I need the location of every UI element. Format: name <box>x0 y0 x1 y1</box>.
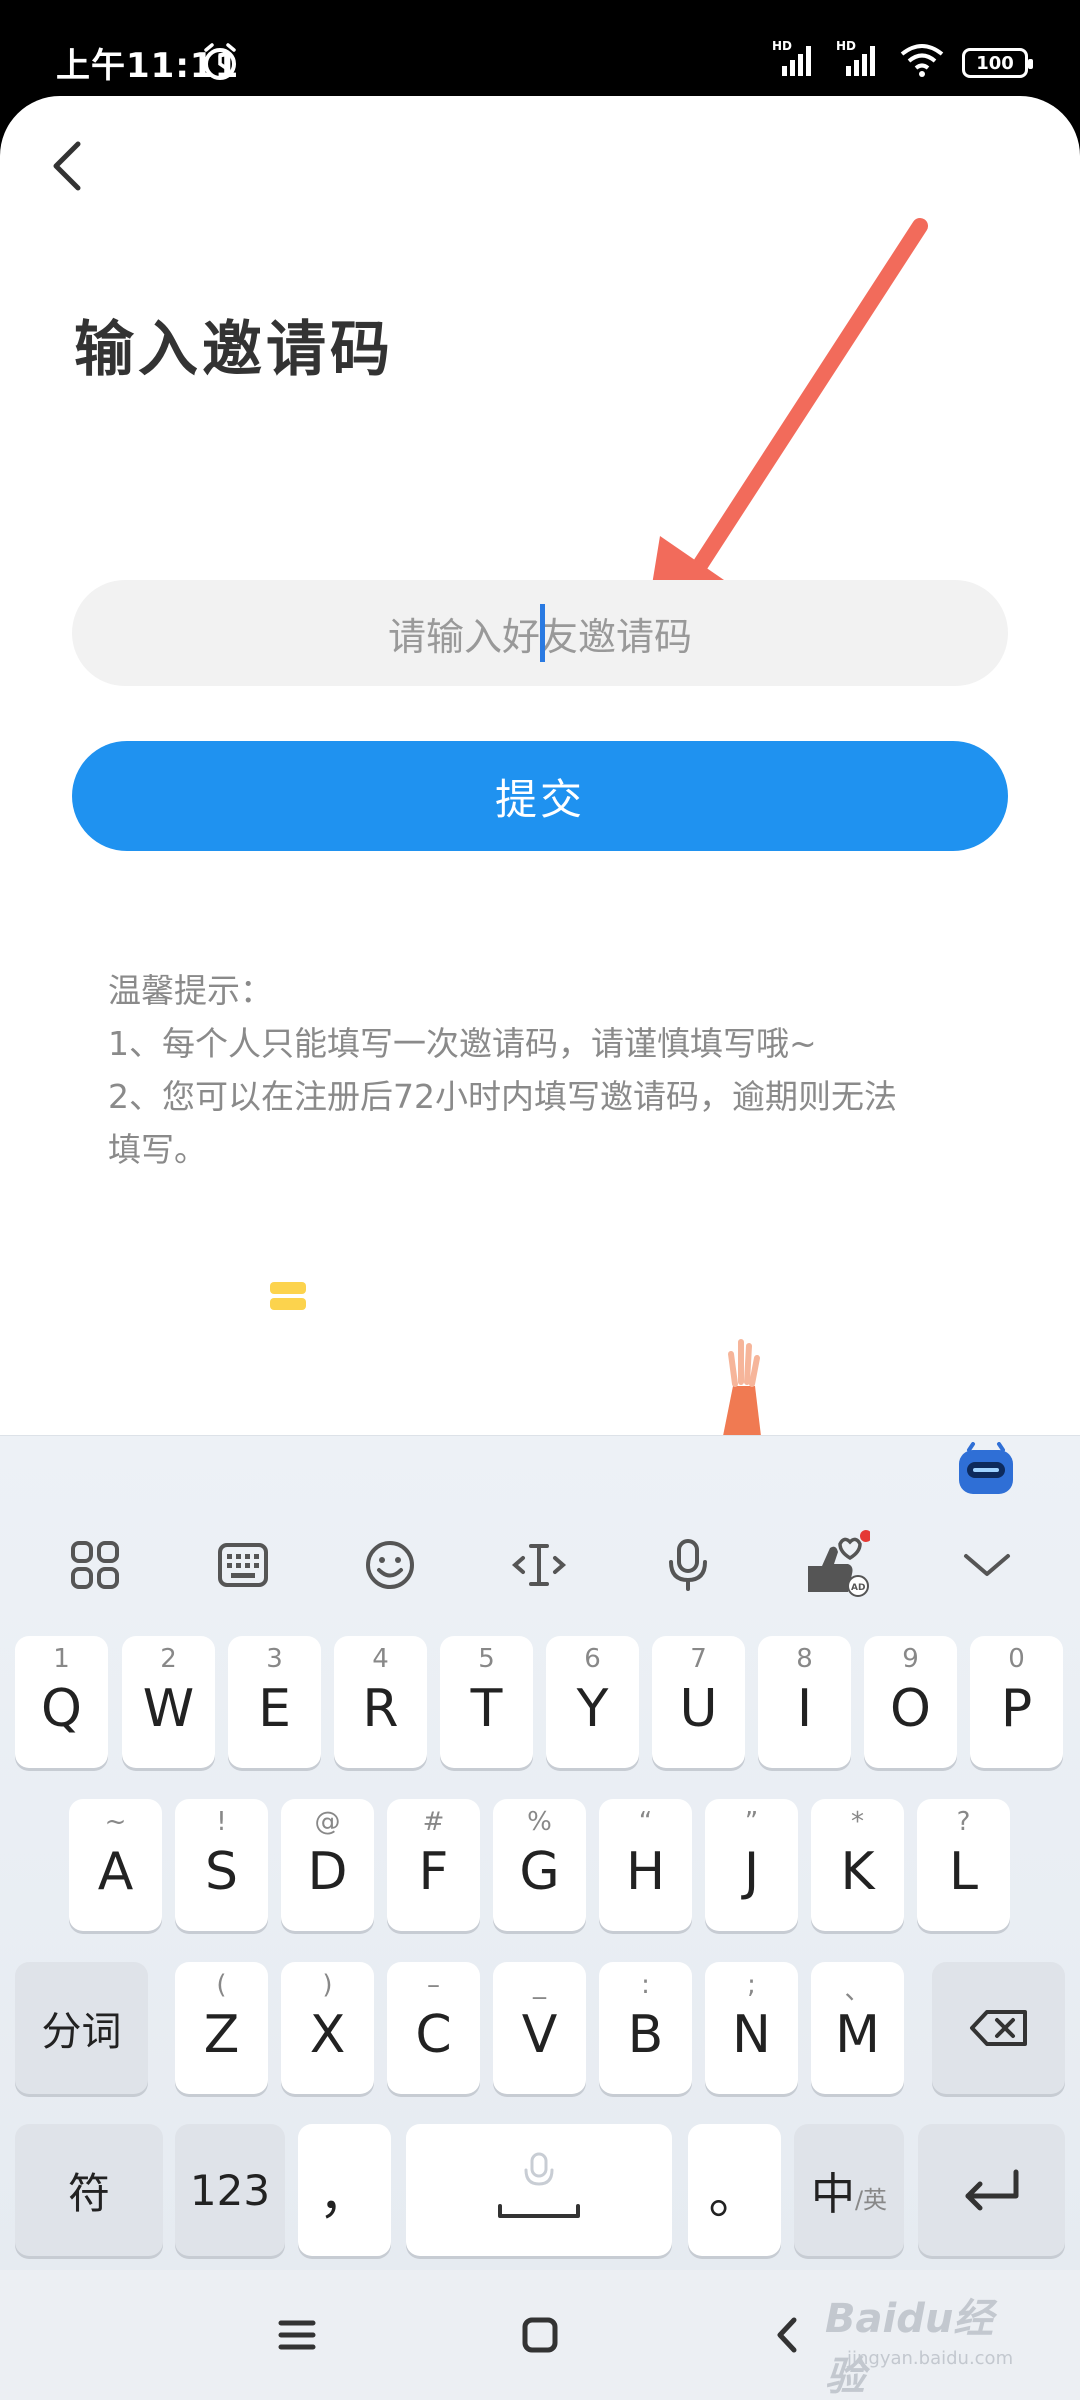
signal-hd-icon: HD <box>836 39 875 76</box>
tips-line: 2、您可以在注册后72小时内填写邀请码，逾期则无法 <box>108 1077 897 1116</box>
collapse-chevron-icon[interactable] <box>942 1520 1032 1610</box>
microphone-icon[interactable] <box>643 1520 733 1610</box>
space-key[interactable] <box>406 2124 672 2256</box>
key-o[interactable]: 9O <box>864 1636 957 1768</box>
key-f[interactable]: # F <box>387 1799 480 1931</box>
space-mic-icon <box>498 2152 580 2218</box>
backspace-icon <box>969 2010 1027 2046</box>
lang-switch-button[interactable]: 中/英 <box>794 2124 904 2256</box>
watermark-url: jingyan.baidu.com <box>847 2348 1014 2369</box>
menu-icon[interactable] <box>262 2300 332 2370</box>
key-l[interactable]: ? L <box>917 1799 1010 1931</box>
keyboard-icon[interactable] <box>198 1520 288 1610</box>
key-c[interactable]: – C <box>387 1962 480 2094</box>
battery-level: 100 <box>976 52 1014 74</box>
apps-grid-icon[interactable] <box>50 1520 140 1610</box>
key-k[interactable]: * K <box>811 1799 904 1931</box>
backspace-button[interactable] <box>932 1962 1065 2094</box>
numbers-button[interactable]: 123 <box>175 2124 285 2256</box>
back-arrow-icon[interactable] <box>40 136 100 196</box>
enter-button[interactable] <box>918 2124 1065 2256</box>
status-bar: 上午11:11 HD HD 100 <box>0 0 1080 100</box>
key-g[interactable]: % G <box>493 1799 586 1931</box>
signal-hd-icon: HD <box>772 39 811 76</box>
period-key[interactable]: 。 <box>688 2124 781 2256</box>
svg-text:HD: HD <box>836 39 856 53</box>
wifi-icon <box>900 44 944 77</box>
keyboard-robot-icon[interactable] <box>955 1442 1017 1496</box>
key-w[interactable]: 2W <box>122 1636 215 1768</box>
key-t[interactable]: 5T <box>440 1636 533 1768</box>
comma-key[interactable]: ， <box>298 2124 391 2256</box>
symbol-button[interactable]: 符 <box>15 2124 163 2256</box>
key-h[interactable]: “H <box>599 1799 692 1931</box>
key-q[interactable]: 1Q <box>15 1636 108 1768</box>
key-i[interactable]: 8I <box>758 1636 851 1768</box>
key-a[interactable]: ~ A <box>69 1799 162 1931</box>
decor-hand-icon <box>723 1339 761 1436</box>
key-u[interactable]: 7U <box>652 1636 745 1768</box>
status-right-icons: HD HD 100 <box>772 38 1033 78</box>
back-nav-icon[interactable] <box>752 2300 822 2370</box>
svg-text:AD: AD <box>851 1583 865 1593</box>
lang-main: 中 <box>810 2169 855 2220</box>
invite-code-page: 输入邀请码 请输入好友邀请码 提交 温馨提示： 1、每个人只能填写一次邀请码，请… <box>0 96 1080 1436</box>
key-b[interactable]: :B <box>599 1962 692 2094</box>
svg-text:HD: HD <box>772 39 792 53</box>
alarm-icon <box>204 43 236 80</box>
enter-icon <box>965 2169 1018 2211</box>
key-x[interactable]: ) X <box>281 1962 374 2094</box>
key-e[interactable]: 3E <box>228 1636 321 1768</box>
key-d[interactable]: @ D <box>281 1799 374 1931</box>
battery-icon: 100 <box>962 48 1033 78</box>
keyboard-toolbar: AD <box>0 1520 1080 1610</box>
emoji-icon[interactable] <box>345 1520 435 1610</box>
key-y[interactable]: 6Y <box>546 1636 639 1768</box>
key-s[interactable]: ! S <box>175 1799 268 1931</box>
lang-alt: /英 <box>854 2185 888 2214</box>
tips-block: 温馨提示： 1、每个人只能填写一次邀请码，请谨慎填写哦~ 2、您可以在注册后72… <box>108 964 988 1176</box>
tips-line: 填写。 <box>108 1130 207 1169</box>
key-p[interactable]: 0P <box>970 1636 1063 1768</box>
key-n[interactable]: ; N <box>705 1962 798 2094</box>
text-caret <box>540 604 545 662</box>
skin-ad-icon[interactable]: AD <box>790 1520 880 1610</box>
home-icon[interactable] <box>505 2300 575 2370</box>
key-z[interactable]: (Z <box>175 1962 268 2094</box>
tips-line: 1、每个人只能填写一次邀请码，请谨慎填写哦~ <box>108 1024 817 1063</box>
key-m[interactable]: 、 M <box>811 1962 904 2094</box>
baidu-watermark: Baidu经验 jingyan.baidu.com <box>825 2278 1025 2400</box>
tips-heading: 温馨提示： <box>108 971 273 1010</box>
decor-ticket-icon <box>270 1282 306 1310</box>
fenci-button[interactable]: 分词 <box>15 1962 148 2094</box>
key-v[interactable]: _ V <box>493 1962 586 2094</box>
cursor-move-icon[interactable] <box>494 1520 584 1610</box>
watermark-text: Baidu经验 <box>825 2296 994 2400</box>
submit-button[interactable]: 提交 <box>72 741 1008 851</box>
key-j[interactable]: ” J <box>705 1799 798 1931</box>
page-title: 输入邀请码 <box>74 315 394 385</box>
key-r[interactable]: 4R <box>334 1636 427 1768</box>
